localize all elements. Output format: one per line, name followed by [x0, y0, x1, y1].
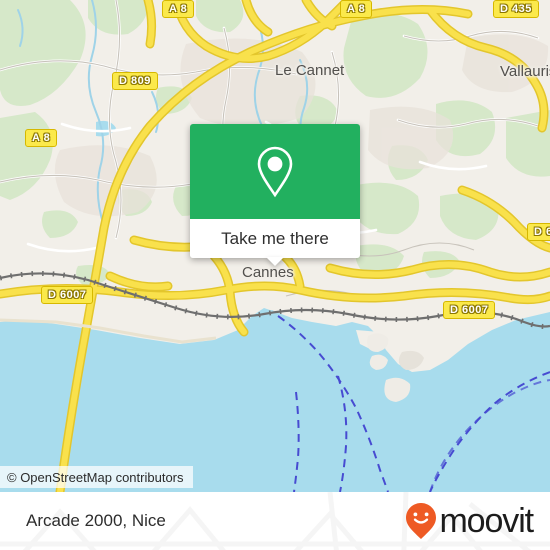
- osm-attribution-text: © OpenStreetMap contributors: [7, 469, 184, 485]
- road-shield: D 6: [527, 223, 550, 241]
- moovit-smiley-pin-icon: [406, 503, 437, 539]
- road-shield: D 809: [112, 72, 158, 90]
- osm-attribution[interactable]: © OpenStreetMap contributors: [0, 466, 193, 488]
- take-me-there-popup[interactable]: Take me there: [190, 124, 360, 266]
- road-shield: A 8: [162, 0, 195, 18]
- moovit-wordmark: moovit: [439, 502, 534, 540]
- road-shield: D 6007: [41, 286, 94, 304]
- road-shield: D 6007: [443, 301, 496, 319]
- place-label-le-cannet: Le Cannet: [275, 62, 345, 79]
- popup-tail: [266, 257, 284, 266]
- moovit-brand[interactable]: moovit: [404, 501, 534, 541]
- road-shield: A 8: [340, 0, 373, 18]
- map-pin-icon: [257, 146, 293, 197]
- location-title: Arcade 2000, Nice: [26, 511, 166, 530]
- take-me-there-label: Take me there: [221, 228, 329, 248]
- place-label-cannes: Cannes: [242, 264, 294, 281]
- popup-action-area[interactable]: Take me there: [190, 219, 360, 266]
- place-label-vallauris: Vallauris: [500, 63, 550, 80]
- road-shield: D 435: [493, 0, 539, 18]
- map-canvas[interactable]: A 8 A 8 D 435 D 809 A 8 D 6 D 6007 D 600…: [0, 0, 550, 492]
- footer-bar: Arcade 2000, Nice moovit: [0, 492, 550, 550]
- moovit-map-screenshot: A 8 A 8 D 435 D 809 A 8 D 6 D 6007 D 600…: [0, 0, 550, 550]
- popup-icon-area: [190, 124, 360, 219]
- road-shield: A 8: [25, 129, 58, 147]
